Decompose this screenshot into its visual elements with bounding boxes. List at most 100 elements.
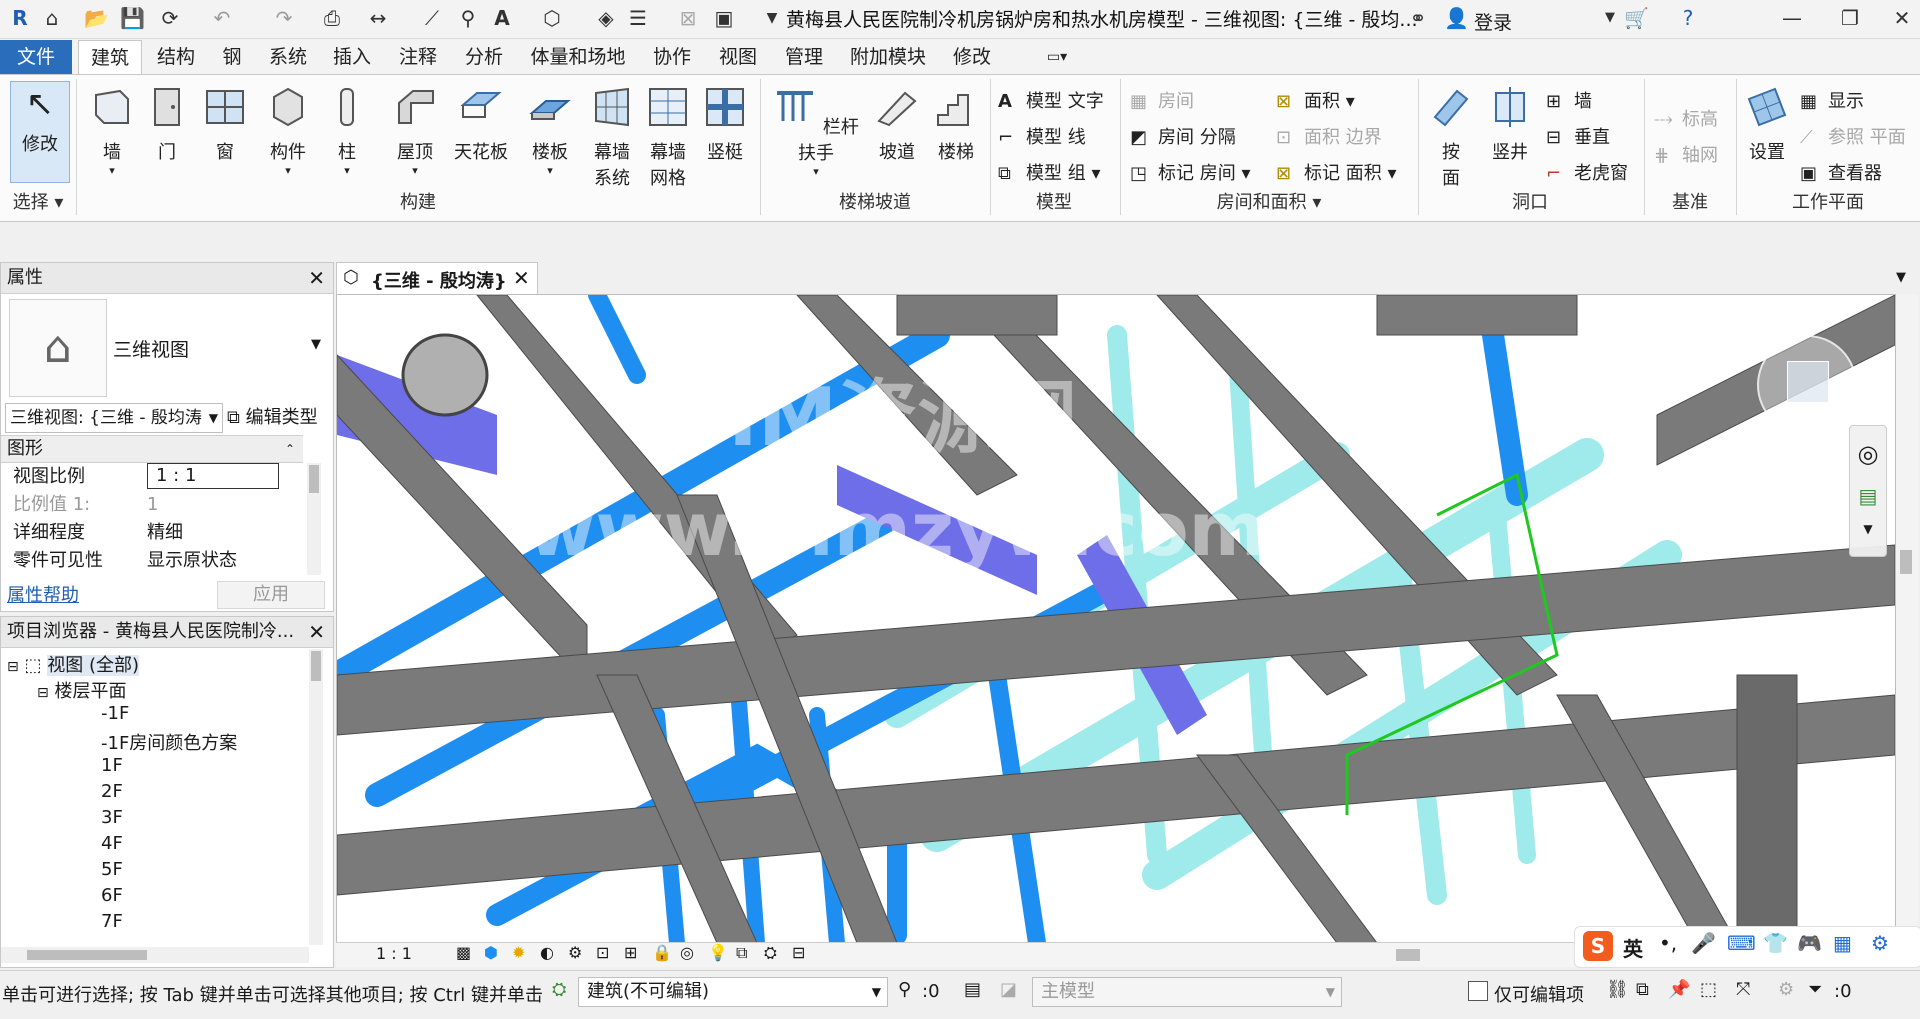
login-button[interactable]: 登录 bbox=[1474, 8, 1512, 35]
game-icon[interactable]: 🎮 bbox=[1797, 931, 1822, 955]
tab-architecture[interactable]: 建筑 bbox=[78, 40, 142, 75]
floor-button[interactable]: 楼板 ▾ bbox=[520, 85, 580, 177]
group-header[interactable]: 图形 ⌃ bbox=[1, 435, 303, 463]
toolbox-icon[interactable]: ▦ bbox=[1833, 931, 1852, 955]
properties-scrollbar[interactable] bbox=[307, 463, 321, 575]
temp-hide-icon[interactable]: ◎ bbox=[680, 943, 694, 962]
close-icon[interactable]: ✕ bbox=[1890, 6, 1914, 30]
edit-type-button[interactable]: ⧉ 编辑类型 bbox=[227, 403, 318, 429]
window-button[interactable]: 窗 bbox=[198, 85, 252, 164]
print-icon[interactable]: ⎙ bbox=[320, 6, 344, 30]
list-item[interactable]: 7F bbox=[101, 911, 123, 932]
tab-analyze[interactable]: 分析 bbox=[458, 40, 510, 74]
visual-style-icon[interactable]: ⬢ bbox=[484, 943, 498, 962]
zoom-icon[interactable]: ▤ bbox=[1850, 484, 1886, 508]
filter-icon[interactable]: ⏷ bbox=[1808, 979, 1822, 1000]
home-icon[interactable]: ⌂ bbox=[40, 6, 64, 30]
area-boundary-button[interactable]: ⊡ 面积 边界 bbox=[1276, 123, 1382, 149]
list-item[interactable]: 4F bbox=[101, 833, 123, 854]
binoculars-icon[interactable]: ⚭ bbox=[1406, 6, 1430, 30]
lock-view-icon[interactable]: 🔒 bbox=[652, 943, 672, 962]
workset-select[interactable]: 建筑(不可编辑) ▼ bbox=[578, 977, 888, 1007]
show-workplane-button[interactable]: ▦ 显示 bbox=[1800, 87, 1864, 113]
qat-dropdown-icon[interactable]: ▼ bbox=[760, 6, 784, 30]
crop-icon[interactable]: ⊡ bbox=[596, 943, 609, 962]
list-item[interactable]: -1F bbox=[101, 703, 129, 724]
select-links-icon[interactable]: ⛓ bbox=[1606, 979, 1629, 1000]
tab-addins[interactable]: 附加模块 bbox=[844, 40, 932, 74]
login-dropdown-icon[interactable]: ▼ bbox=[1598, 6, 1622, 30]
design-option-select[interactable]: 主模型 ▼ bbox=[1032, 977, 1342, 1007]
open-icon[interactable]: 📂 bbox=[84, 6, 109, 30]
view-vscrollbar[interactable] bbox=[1896, 294, 1918, 942]
model-group-button[interactable]: ⧉ 模型 组 ▾ bbox=[998, 159, 1101, 185]
measure-icon[interactable]: ↔ bbox=[366, 6, 390, 30]
tab-systems[interactable]: 系统 bbox=[262, 40, 314, 74]
tree-floor-plans[interactable]: ⊟ 楼层平面 bbox=[37, 677, 126, 703]
viewcube[interactable] bbox=[1757, 335, 1857, 435]
ime-lang-toggle[interactable]: 英 bbox=[1623, 933, 1643, 962]
grid-button[interactable]: ⋕ 轴网 bbox=[1654, 141, 1718, 167]
parts-visibility-value[interactable]: 显示原状态 bbox=[147, 547, 237, 575]
ramp-button[interactable]: 坡道 bbox=[870, 85, 924, 164]
door-button[interactable]: 门 bbox=[142, 85, 192, 164]
curtain-grid-button[interactable]: 幕墙 网格 bbox=[640, 85, 696, 190]
list-item[interactable]: 6F bbox=[101, 885, 123, 906]
column-button[interactable]: 柱 ▾ bbox=[324, 85, 370, 177]
show-crop-icon[interactable]: ⊞ bbox=[624, 943, 637, 962]
cart-icon[interactable]: 🛒 bbox=[1624, 6, 1649, 30]
tab-steel[interactable]: 钢 bbox=[212, 40, 252, 74]
browser-hscrollbar[interactable] bbox=[1, 947, 309, 963]
area-button[interactable]: ⊠ 面积 ▾ bbox=[1276, 87, 1355, 113]
room-separator-button[interactable]: ◩ 房间 分隔 bbox=[1130, 123, 1236, 149]
wall-opening-button[interactable]: ⊞ 墙 bbox=[1546, 87, 1592, 113]
level-button[interactable]: ⤏ 标高 bbox=[1654, 105, 1718, 131]
apply-button[interactable]: 应用 bbox=[217, 581, 325, 609]
worksharing-icon[interactable]: ⛭ bbox=[764, 943, 777, 963]
stair-button[interactable]: 楼梯 bbox=[928, 85, 984, 164]
close-hidden-icon[interactable]: ⊠ bbox=[676, 6, 700, 30]
revit-logo-icon[interactable]: R bbox=[8, 6, 32, 30]
active-option-icon[interactable]: ◪ bbox=[1000, 979, 1017, 1000]
reveal-hidden-icon[interactable]: 💡 bbox=[708, 943, 728, 962]
drag-elements-icon[interactable]: ⤧ bbox=[1736, 979, 1750, 1000]
user-icon[interactable]: 👤 bbox=[1444, 6, 1469, 30]
close-icon[interactable]: ✕ bbox=[308, 263, 325, 293]
ceiling-button[interactable]: 天花板 bbox=[448, 85, 514, 164]
set-workplane-button[interactable]: 设置 bbox=[1742, 85, 1792, 164]
sun-path-icon[interactable]: ✹ bbox=[512, 943, 525, 962]
mullion-button[interactable]: 竖梃 bbox=[698, 85, 752, 164]
design-options-icon[interactable]: ▤ bbox=[964, 979, 981, 1000]
undo-icon[interactable]: ↶ bbox=[210, 6, 234, 30]
select-panel-label[interactable]: 选择 ▾ bbox=[6, 189, 70, 217]
vertical-opening-button[interactable]: ⊟ 垂直 bbox=[1546, 123, 1610, 149]
3d-viewport[interactable]: BIM资源网 www.bimzyw.com ◎ ▤ ▼ bbox=[336, 294, 1896, 944]
viewcube-face[interactable] bbox=[1787, 361, 1829, 403]
tab-manage[interactable]: 管理 bbox=[778, 40, 830, 74]
dormer-button[interactable]: ⌐ 老虎窗 bbox=[1546, 159, 1628, 185]
tag-area-button[interactable]: ⊠ 标记 面积 ▾ bbox=[1276, 159, 1397, 185]
panel-toggle-icon[interactable]: ▭▾ bbox=[1034, 40, 1080, 74]
temp-view-icon[interactable]: ⧉ bbox=[736, 943, 747, 963]
viewer-button[interactable]: ▣ 查看器 bbox=[1800, 159, 1882, 185]
minimize-icon[interactable]: — bbox=[1780, 6, 1804, 30]
tab-insert[interactable]: 插入 bbox=[326, 40, 378, 74]
switch-windows-icon[interactable]: ▣ bbox=[712, 6, 736, 30]
modify-button[interactable]: ↖ 修改 bbox=[10, 81, 70, 183]
wall-button[interactable]: 墙 ▾ bbox=[84, 85, 140, 177]
steering-wheel-icon[interactable]: ◎ bbox=[1850, 440, 1886, 468]
roof-button[interactable]: 屋顶 ▾ bbox=[388, 85, 442, 177]
restore-icon[interactable]: ❐ bbox=[1838, 6, 1862, 30]
room-button[interactable]: ▦ 房间 bbox=[1130, 87, 1194, 113]
tag-room-button[interactable]: ◳ 标记 房间 ▾ bbox=[1130, 159, 1251, 185]
render-icon[interactable]: ⚙ bbox=[568, 943, 582, 962]
detail-level-value[interactable]: 精细 bbox=[147, 519, 183, 547]
room-panel-label[interactable]: 房间和面积 ▾ bbox=[1124, 189, 1414, 217]
skin-icon[interactable]: 👕 bbox=[1763, 931, 1788, 955]
component-button[interactable]: 构件 ▾ bbox=[258, 85, 318, 177]
type-dropdown-icon[interactable]: ▼ bbox=[311, 337, 321, 352]
close-icon[interactable]: ✕ bbox=[308, 617, 325, 647]
select-by-face-icon[interactable]: ⬚ bbox=[1700, 979, 1717, 1000]
view-tab[interactable]: ⬡ {三维 - 殷均涛} ✕ bbox=[336, 262, 538, 295]
editable-icon[interactable]: ⚲ bbox=[898, 979, 911, 1000]
